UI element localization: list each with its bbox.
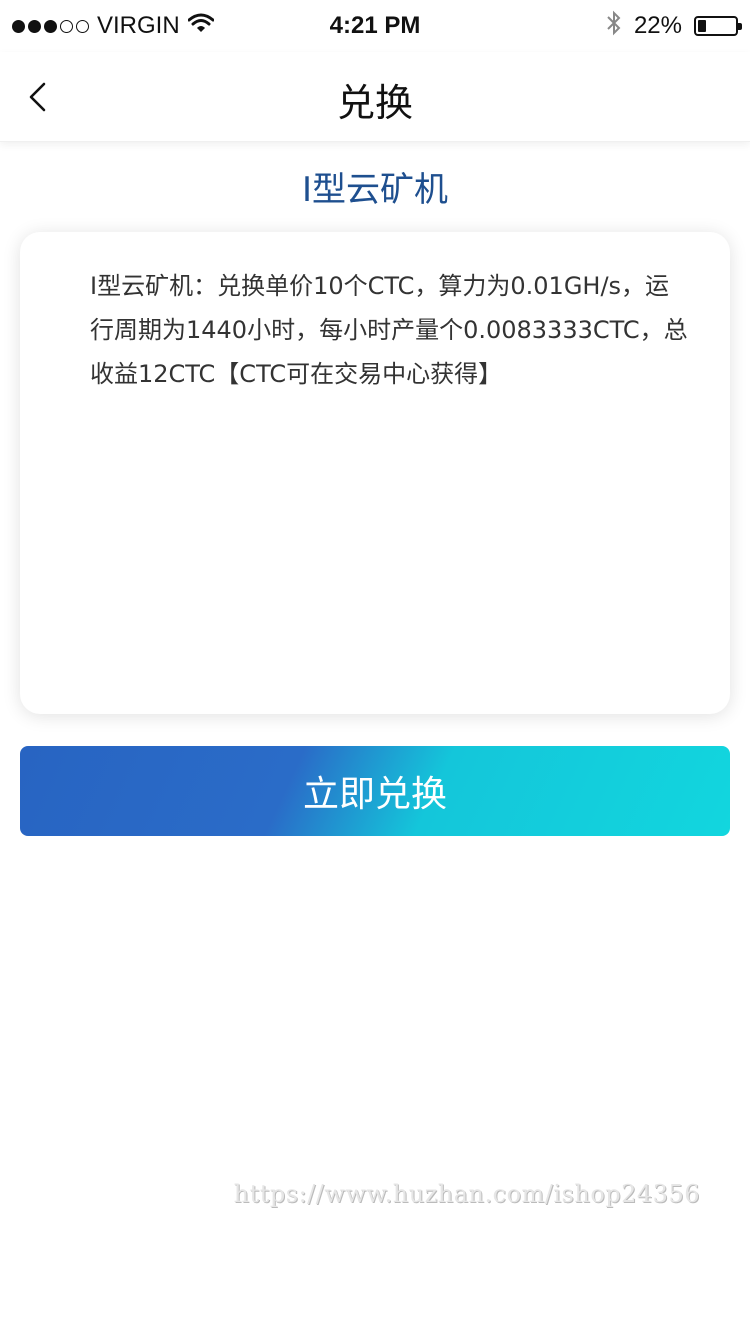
- navigation-bar: 兑换: [0, 52, 750, 142]
- status-bar: VIRGIN 4:21 PM 22%: [0, 0, 750, 52]
- description-card: Ⅰ型云矿机：兑换单价10个CTC，算力为0.01GH/s，运行周期为1440小时…: [20, 232, 730, 714]
- battery-percent: 22%: [633, 12, 682, 39]
- product-title: Ⅰ型云矿机: [301, 170, 449, 210]
- bluetooth-icon: [606, 10, 622, 43]
- product-description: Ⅰ型云矿机：兑换单价10个CTC，算力为0.01GH/s，运行周期为1440小时…: [90, 272, 688, 388]
- watermark: https://www.huzhan.com/ishop24356: [233, 1180, 700, 1208]
- exchange-now-button[interactable]: 立即兑换: [20, 746, 730, 836]
- status-right-group: 22%: [606, 10, 742, 43]
- battery-icon: [694, 16, 742, 36]
- page-title: 兑换: [336, 81, 413, 125]
